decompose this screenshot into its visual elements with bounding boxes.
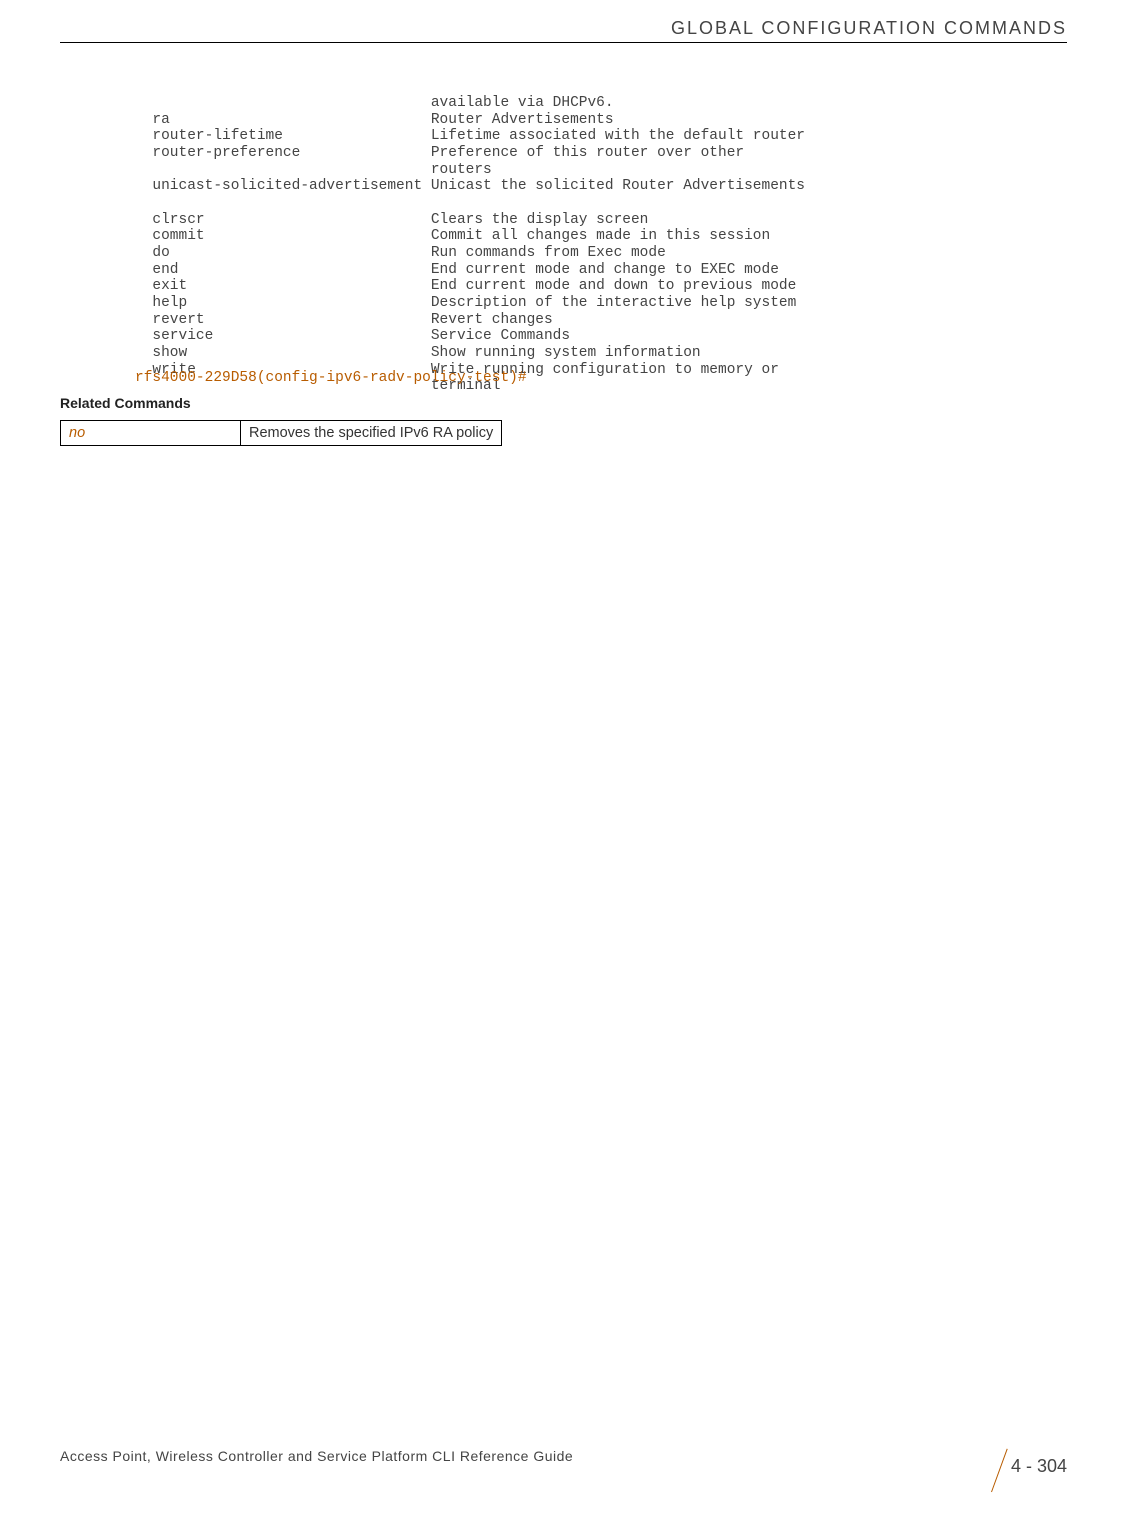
cli-line: unicast-solicited-advertisement Unicast … — [135, 178, 805, 194]
cli-line: commit Commit all changes made in this s… — [135, 228, 770, 244]
cli-line: revert Revert changes — [135, 312, 553, 328]
cli-line: do Run commands from Exec mode — [135, 245, 666, 261]
footer-title: Access Point, Wireless Controller and Se… — [60, 1448, 573, 1464]
page-number: 4 - 304 — [1011, 1456, 1067, 1476]
cli-line: available via DHCPv6. — [135, 95, 614, 111]
cli-line: routers — [135, 162, 492, 178]
related-commands-table: no Removes the specified IPv6 RA policy — [60, 420, 502, 446]
related-commands-heading: Related Commands — [60, 395, 191, 411]
cli-line: help Description of the interactive help… — [135, 295, 796, 311]
command-name-cell: no — [61, 421, 241, 446]
page-header: GLOBAL CONFIGURATION COMMANDS — [671, 18, 1067, 39]
cli-line: ra Router Advertisements — [135, 112, 614, 128]
header-title: GLOBAL CONFIGURATION COMMANDS — [671, 18, 1067, 38]
cli-line: show Show running system information — [135, 345, 701, 361]
cli-line: router-lifetime Lifetime associated with… — [135, 128, 805, 144]
command-desc-cell: Removes the specified IPv6 RA policy — [241, 421, 502, 446]
page-slash-icon — [991, 1449, 1008, 1493]
cli-prompt: rfs4000-229D58(config-ipv6-radv-policy-t… — [135, 370, 527, 386]
cli-line: service Service Commands — [135, 328, 570, 344]
page-number-box: 4 - 304 — [927, 1456, 1067, 1492]
cli-line: clrscr Clears the display screen — [135, 212, 648, 228]
cli-line: exit End current mode and down to previo… — [135, 278, 796, 294]
cli-line: end End current mode and change to EXEC … — [135, 262, 779, 278]
cli-line: router-preference Preference of this rou… — [135, 145, 744, 161]
table-row: no Removes the specified IPv6 RA policy — [61, 421, 502, 446]
page-footer: Access Point, Wireless Controller and Se… — [60, 1448, 1067, 1488]
header-rule — [60, 42, 1067, 43]
cli-output-block: available via DHCPv6. ra Router Advertis… — [135, 95, 805, 395]
